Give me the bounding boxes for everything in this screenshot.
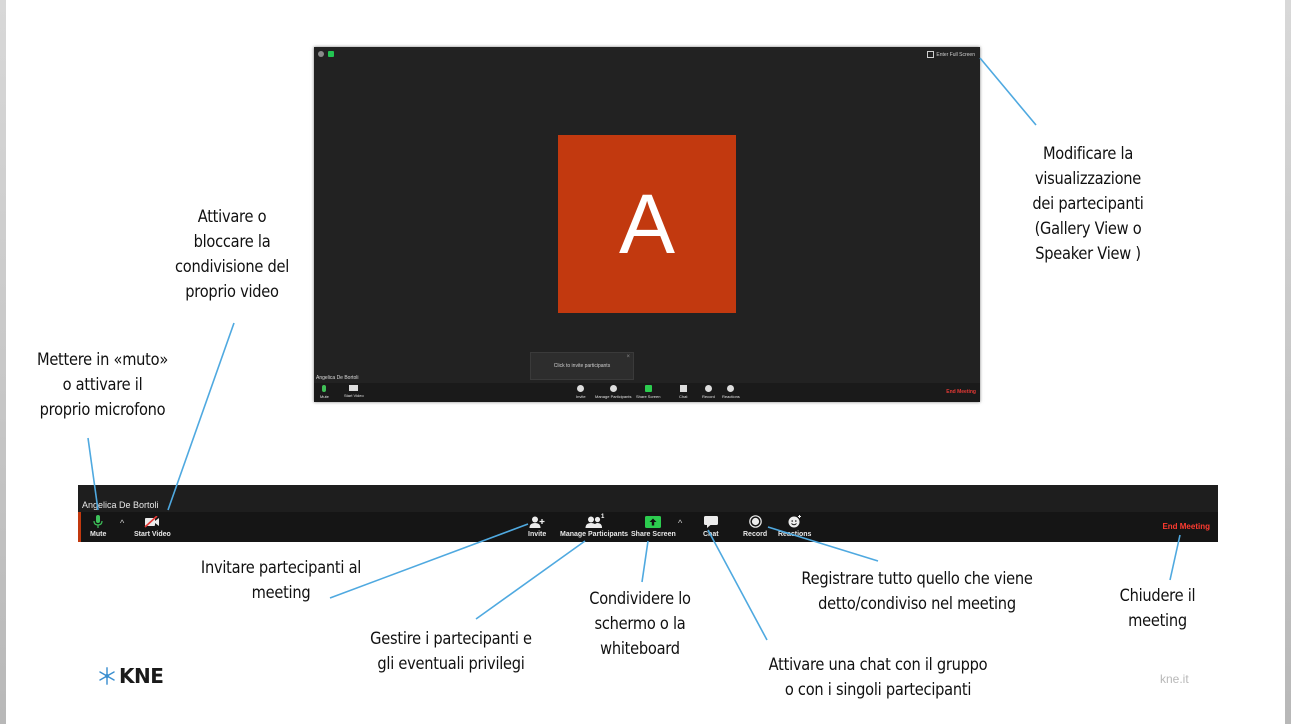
annotation-invite: Invitare partecipanti al meeting (174, 556, 389, 606)
annotation-line: Chiudere il (1119, 586, 1196, 606)
annotation-line: whiteboard (600, 639, 680, 659)
annotation-video: Attivare o bloccare la condivisione del … (155, 205, 310, 305)
annotation-line: schermo o la (594, 614, 686, 634)
annotation-change-view: Modificare la visualizzazione dei partec… (1011, 142, 1166, 267)
annotation-line: detto/condiviso nel meeting (818, 594, 1016, 614)
connector-mute (87, 437, 99, 511)
annotation-end: Chiudere il meeting (1099, 584, 1215, 634)
connector-share (641, 540, 649, 583)
annotation-line: meeting (1128, 611, 1187, 631)
annotation-line: Registrare tutto quello che viene (801, 569, 1033, 589)
connector-record (767, 526, 879, 562)
annotation-line: bloccare la (193, 232, 271, 252)
annotation-line: gli eventuali privilegi (377, 654, 525, 674)
kne-logo: KNE (98, 664, 164, 688)
annotation-line: Invitare partecipanti al (200, 558, 362, 578)
annotation-chat: Attivare una chat con il gruppo o con i … (740, 653, 1015, 703)
annotation-line: Attivare una chat con il gruppo (768, 655, 988, 675)
annotation-line: Gestire i partecipanti e (370, 629, 532, 649)
connector-chat (707, 529, 768, 641)
connector-view (979, 57, 1037, 126)
annotation-line: visualizzazione (1034, 169, 1142, 189)
annotation-line: Modificare la (1042, 144, 1134, 164)
annotation-line: Attivare o (197, 207, 267, 227)
annotation-line: o attivare il (62, 375, 143, 395)
annotation-line: proprio microfono (39, 400, 166, 420)
annotation-line: proprio video (185, 282, 279, 302)
annotation-manage: Gestire i partecipanti e gli eventuali p… (344, 627, 559, 677)
annotation-mute: Mettere in «muto» o attivare il proprio … (14, 348, 190, 423)
annotation-line: Mettere in «muto» (36, 350, 169, 370)
annotation-line: condivisione del (174, 257, 290, 277)
snowflake-icon (99, 667, 115, 685)
annotation-line: o con i singoli partecipanti (784, 680, 972, 700)
connector-manage (475, 540, 586, 620)
site-url[interactable]: kne.it (1160, 672, 1189, 686)
annotation-line: Speaker View ) (1035, 244, 1141, 264)
annotation-line: (Gallery View o (1034, 219, 1142, 239)
connector-end (1169, 534, 1181, 581)
annotation-line: meeting (251, 583, 311, 603)
annotation-record: Registrare tutto quello che viene detto/… (775, 567, 1059, 617)
annotation-line: dei partecipanti (1032, 194, 1144, 214)
annotation-line: Condividere lo (589, 589, 691, 609)
logo-wordmark: KNE (119, 664, 164, 688)
annotation-share: Condividere lo schermo o la whiteboard (571, 587, 709, 662)
